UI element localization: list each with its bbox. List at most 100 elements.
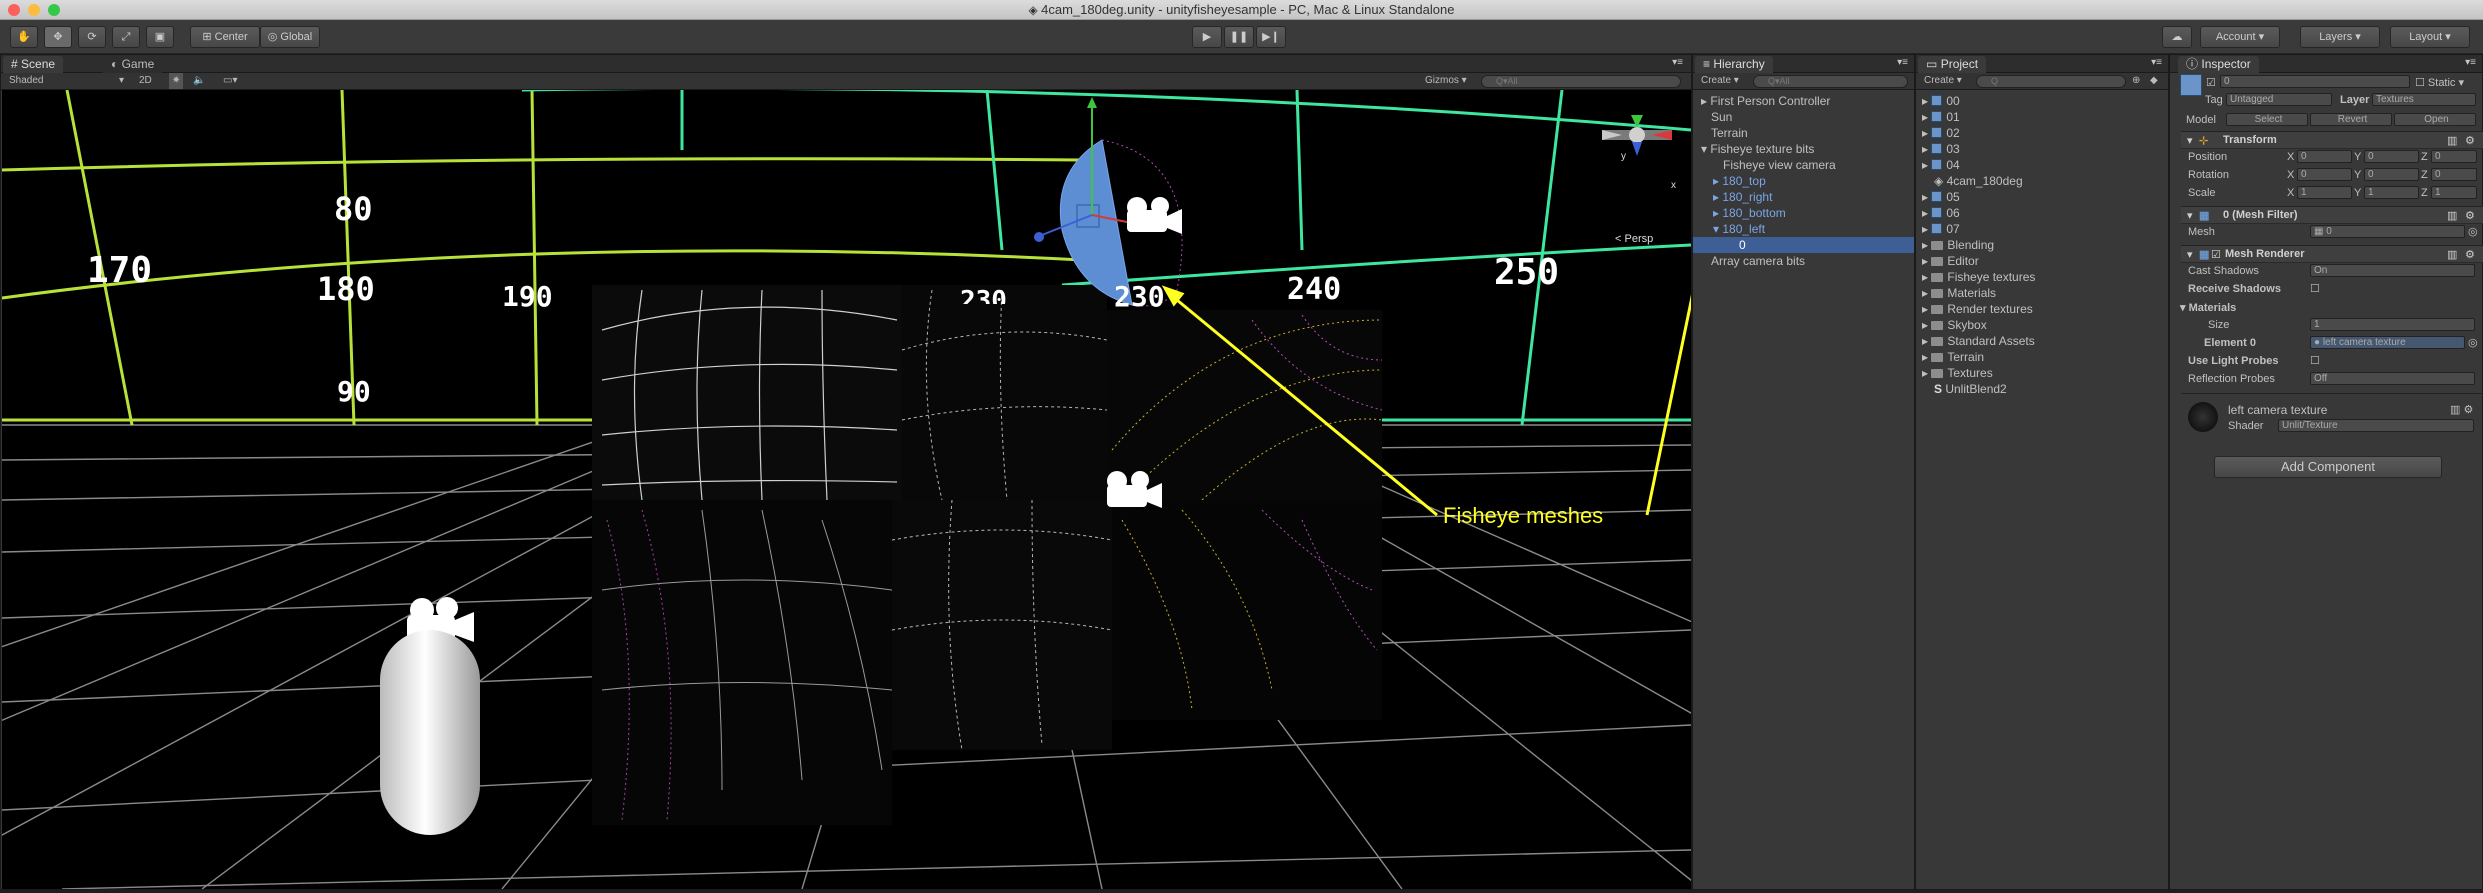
pause-button[interactable]: ❚❚ (1224, 26, 1254, 48)
cast-shadows-dropdown[interactable]: On (2310, 264, 2475, 277)
2d-toggle[interactable]: 2D (139, 73, 152, 89)
tab-project[interactable]: ▭ Project (1918, 56, 1987, 73)
scene-search-input[interactable]: Q▾All (1481, 75, 1681, 88)
hierarchy-search-input[interactable]: Q▾All (1753, 75, 1908, 88)
list-item[interactable]: ▸ Materials (1922, 285, 2166, 301)
list-item[interactable]: ◈ 4cam_180deg (1922, 173, 2166, 189)
persp-label[interactable]: < Persp (1615, 233, 1653, 245)
mesh-renderer-checkbox[interactable]: ☑ (2211, 248, 2221, 261)
help-icon[interactable]: ▥ (2447, 248, 2457, 261)
object-picker-icon[interactable]: ◎ (2468, 336, 2478, 349)
scene-viewport[interactable]: 80 170 180 190 90 230 230 240 250 Fishey… (2, 90, 1691, 889)
model-revert-button[interactable]: Revert (2310, 113, 2392, 126)
minimize-window-button[interactable] (28, 4, 40, 16)
receive-shadows-checkbox[interactable]: ☐ (2310, 282, 2320, 295)
materials-size-field[interactable]: 1 (2310, 318, 2475, 331)
list-item[interactable]: ▸ 02 (1922, 125, 2166, 141)
list-item[interactable]: ▸ Terrain (1922, 349, 2166, 365)
shading-dropdown[interactable]: Shaded (9, 73, 43, 89)
effects-toggle-icon[interactable]: ▭▾ (223, 73, 237, 89)
list-item[interactable]: S UnlitBlend2 (1922, 381, 2166, 397)
materials-foldout[interactable]: ▾ Materials (2180, 301, 2236, 314)
filter-label-icon[interactable]: ◆ (2150, 73, 2158, 89)
list-item[interactable]: ▸ 180_right (1693, 189, 1914, 205)
position-z-field[interactable]: 0 (2431, 150, 2477, 163)
list-item[interactable]: Array camera bits (1693, 253, 1914, 269)
panel-menu-icon[interactable]: ▾≡ (1897, 57, 1908, 68)
list-item[interactable]: ▸ Blending (1922, 237, 2166, 253)
mesh-object-field[interactable]: ▦ 0 (2310, 225, 2465, 238)
rotation-y-field[interactable]: 0 (2364, 168, 2419, 181)
model-open-button[interactable]: Open (2394, 113, 2476, 126)
tab-inspector[interactable]: ⓘ Inspector (2178, 56, 2259, 73)
list-item[interactable]: ▸ 07 (1922, 221, 2166, 237)
close-window-button[interactable] (8, 4, 20, 16)
list-item[interactable]: Sun (1693, 109, 1914, 125)
list-item-selected[interactable]: 0 (1693, 237, 1914, 253)
list-item[interactable]: Terrain (1693, 125, 1914, 141)
rotation-x-field[interactable]: 0 (2297, 168, 2352, 181)
list-item[interactable]: ▾ Fisheye texture bits (1693, 141, 1914, 157)
view-orientation-gizmo[interactable] (1602, 115, 1672, 156)
help-icon[interactable]: ▥ (2447, 209, 2457, 222)
list-item[interactable]: ▾ 180_left (1693, 221, 1914, 237)
list-item[interactable]: ▸ First Person Controller (1693, 93, 1914, 109)
list-item[interactable]: ▸ Fisheye textures (1922, 269, 2166, 285)
project-search-input[interactable]: Q (1976, 75, 2126, 88)
model-select-button[interactable]: Select (2226, 113, 2308, 126)
tag-dropdown[interactable]: Untagged (2226, 93, 2332, 106)
hierarchy-create-dropdown[interactable]: Create ▾ (1701, 73, 1739, 89)
component-gear-icon[interactable]: ⚙ (2465, 134, 2475, 147)
help-icon[interactable]: ▥ (2447, 134, 2457, 147)
audio-toggle-icon[interactable]: 🔈 (193, 73, 205, 89)
mesh-filter-header[interactable]: ▾ ▦ 0 (Mesh Filter) ▥ ⚙ (2181, 206, 2483, 224)
cloud-button[interactable]: ☁ (2162, 26, 2192, 48)
list-item[interactable]: ▸ 180_top (1693, 173, 1914, 189)
list-item[interactable]: ▸ 05 (1922, 189, 2166, 205)
scale-y-field[interactable]: 1 (2364, 186, 2419, 199)
list-item[interactable]: ▸ 04 (1922, 157, 2166, 173)
layer-dropdown[interactable]: Textures (2372, 93, 2476, 106)
scale-z-field[interactable]: 1 (2431, 186, 2477, 199)
position-y-field[interactable]: 0 (2364, 150, 2419, 163)
list-item[interactable]: ▸ 01 (1922, 109, 2166, 125)
list-item[interactable]: ▸ 06 (1922, 205, 2166, 221)
layout-dropdown[interactable]: Layout ▾ (2390, 26, 2470, 48)
hand-tool-button[interactable]: ✋ (10, 26, 38, 48)
list-item[interactable]: Fisheye view camera (1693, 157, 1914, 173)
panel-menu-icon[interactable]: ▾≡ (2465, 57, 2476, 68)
add-component-button[interactable]: Add Component (2214, 456, 2442, 478)
list-item[interactable]: ▸ Skybox (1922, 317, 2166, 333)
step-button[interactable]: ▶❙ (1256, 26, 1286, 48)
element0-object-field[interactable]: ● left camera texture (2310, 336, 2465, 349)
list-item[interactable]: ▸ Editor (1922, 253, 2166, 269)
rotate-tool-button[interactable]: ⟳ (78, 26, 106, 48)
account-dropdown[interactable]: Account ▾ (2200, 26, 2280, 48)
list-item[interactable]: ▸ Render textures (1922, 301, 2166, 317)
move-tool-button[interactable]: ✥ (44, 26, 72, 48)
scale-tool-button[interactable]: ⤢ (112, 26, 140, 48)
list-item[interactable]: ▸ 00 (1922, 93, 2166, 109)
scale-x-field[interactable]: 1 (2297, 186, 2352, 199)
panel-menu-icon[interactable]: ▾≡ (2151, 57, 2162, 68)
zoom-window-button[interactable] (48, 4, 60, 16)
rect-tool-button[interactable]: ▣ (146, 26, 174, 48)
tab-hierarchy[interactable]: ≡ Hierarchy (1695, 56, 1773, 73)
object-picker-icon[interactable]: ◎ (2468, 225, 2478, 238)
list-item[interactable]: ▸ 180_bottom (1693, 205, 1914, 221)
pivot-global-button[interactable]: ◎ Global (260, 26, 320, 48)
component-gear-icon[interactable]: ⚙ (2465, 248, 2475, 261)
list-item[interactable]: ▸ Textures (1922, 365, 2166, 381)
transform-header[interactable]: ▾ ⊹ Transform ▥ ⚙ (2181, 131, 2483, 149)
active-checkbox[interactable]: ☑ (2206, 76, 2216, 89)
list-item[interactable]: ▸ 03 (1922, 141, 2166, 157)
pivot-center-button[interactable]: ⊞ Center (190, 26, 260, 48)
object-name-field[interactable]: 0 (2220, 75, 2410, 88)
tab-scene[interactable]: # Scene (3, 56, 64, 73)
layers-dropdown[interactable]: Layers ▾ (2300, 26, 2380, 48)
mesh-renderer-header[interactable]: ▾ ▦ ☑ Mesh Renderer ▥ ⚙ (2181, 245, 2483, 263)
filter-type-icon[interactable]: ⊕ (2132, 73, 2140, 89)
position-x-field[interactable]: 0 (2297, 150, 2352, 163)
component-gear-icon[interactable]: ⚙ (2465, 209, 2475, 222)
shader-dropdown[interactable]: Unlit/Texture (2278, 419, 2474, 432)
